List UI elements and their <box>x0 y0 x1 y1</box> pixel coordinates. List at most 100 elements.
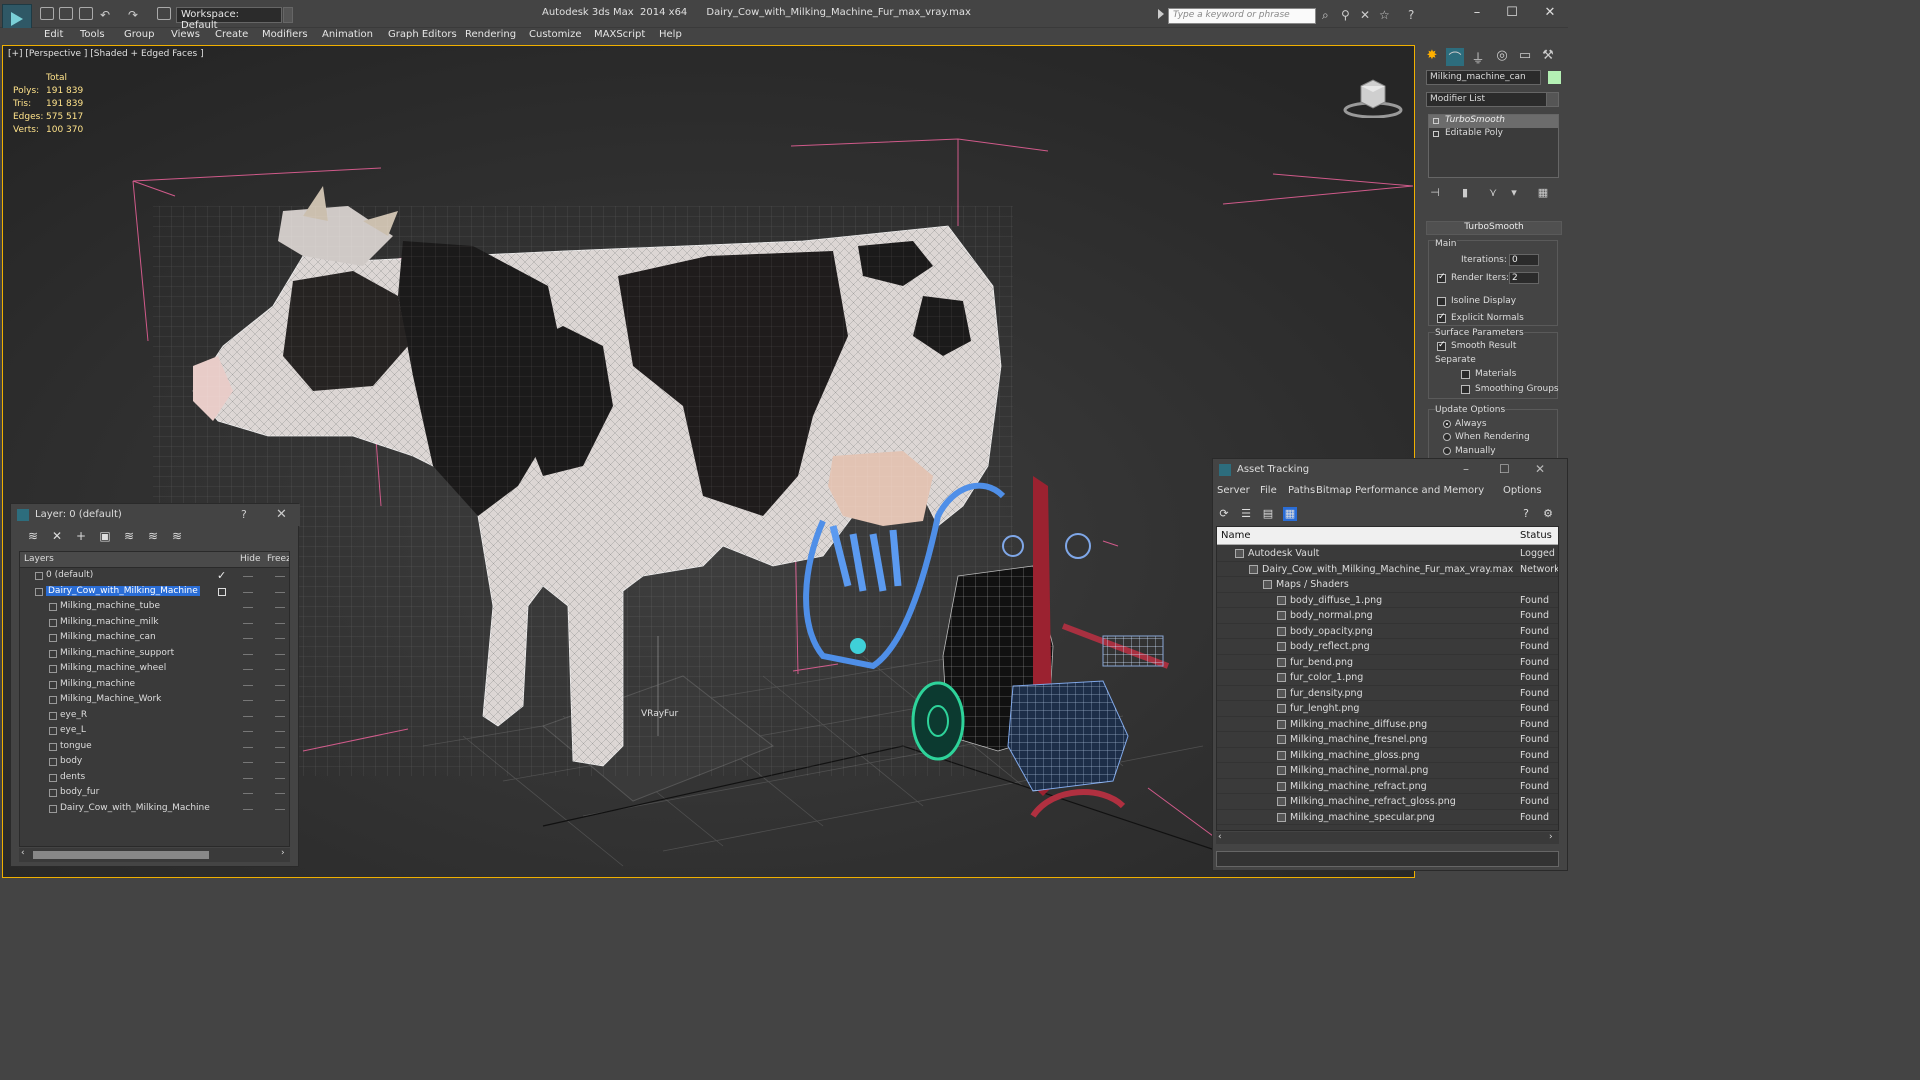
object-color-swatch[interactable] <box>1548 71 1561 84</box>
hide-toggle[interactable] <box>243 607 253 608</box>
maximize-button[interactable]: ☐ <box>1497 4 1527 22</box>
freeze-toggle[interactable] <box>275 731 285 732</box>
col-layers[interactable]: Layers <box>24 554 54 564</box>
hide-toggle[interactable] <box>243 793 253 794</box>
menu-tools[interactable]: Tools <box>80 29 105 40</box>
at-menu-file[interactable]: File <box>1260 485 1277 496</box>
at-menu-bitmap-performance[interactable]: Bitmap Performance and Memory <box>1316 485 1484 496</box>
smooth-result-checkbox[interactable] <box>1437 340 1446 351</box>
redo-icon[interactable]: ↷ <box>128 9 140 21</box>
hide-toggle[interactable] <box>243 622 253 624</box>
at-menu-options[interactable]: Options <box>1503 485 1542 496</box>
help-icon[interactable]: ? <box>1408 9 1420 21</box>
thumbnail-view-icon[interactable]: ▤ <box>1261 507 1275 521</box>
asset-row[interactable]: fur_lenght.png Found <box>1217 701 1558 717</box>
asset-row[interactable]: fur_color_1.png Found <box>1217 670 1558 686</box>
menu-graph-editors[interactable]: Graph Editors <box>388 29 457 40</box>
layer-row[interactable]: Milking_machine_milk <box>20 616 289 631</box>
always-radio[interactable] <box>1443 420 1451 428</box>
layer-row[interactable]: Milking_machine <box>20 678 289 693</box>
delete-layer-icon[interactable]: ✕ <box>49 529 65 545</box>
at-help-icon[interactable]: ? <box>1519 507 1533 521</box>
highlight-selected-icon[interactable]: ≋ <box>121 529 137 545</box>
freeze-toggle[interactable] <box>275 777 285 779</box>
stack-item-editable-poly[interactable]: Editable Poly <box>1429 128 1558 141</box>
modifier-stack[interactable]: TurboSmooth Editable Poly <box>1428 114 1559 178</box>
display-tab-icon[interactable]: ▭ <box>1516 48 1534 66</box>
freeze-toggle[interactable] <box>275 669 285 670</box>
at-minimize-button[interactable]: – <box>1463 462 1469 476</box>
asset-row[interactable]: body_normal.png Found <box>1217 608 1558 624</box>
asset-row[interactable]: Maps / Shaders <box>1217 577 1558 593</box>
freeze-toggle[interactable] <box>275 762 285 763</box>
search-expand-icon[interactable] <box>1158 9 1164 19</box>
layer-list[interactable]: Layers Hide Freez 0 (default) ✓ Dairy_Cow_… <box>19 551 290 847</box>
asset-horizontal-scrollbar[interactable]: ‹ › <box>1216 832 1559 844</box>
layer-row[interactable]: body <box>20 755 289 770</box>
materials-checkbox[interactable] <box>1461 370 1470 379</box>
asset-row[interactable]: fur_bend.png Found <box>1217 655 1558 670</box>
menu-help[interactable]: Help <box>659 29 682 40</box>
menu-customize[interactable]: Customize <box>529 29 582 40</box>
menu-create[interactable]: Create <box>215 29 248 40</box>
freeze-all-layers-icon[interactable]: ≋ <box>169 529 185 545</box>
col-status[interactable]: Status <box>1520 530 1552 541</box>
make-unique-icon[interactable]: ⋎ <box>1486 186 1500 200</box>
workspace-dropdown[interactable]: Workspace: Default <box>176 7 282 31</box>
layer-row[interactable]: Dairy_Cow_with_Milking_Machine <box>20 585 289 600</box>
make-active-box-icon[interactable] <box>218 587 226 596</box>
freeze-toggle[interactable] <box>275 653 285 655</box>
manually-radio[interactable] <box>1443 447 1451 455</box>
remove-modifier-icon[interactable]: ▾ <box>1507 186 1521 200</box>
layer-row[interactable]: eye_L <box>20 724 289 739</box>
hide-toggle[interactable] <box>243 669 253 670</box>
explicit-normals-checkbox[interactable] <box>1437 312 1446 323</box>
asset-row[interactable]: Milking_machine_normal.png Found <box>1217 763 1558 779</box>
at-scroll-right-icon[interactable]: › <box>1549 832 1553 842</box>
freeze-toggle[interactable] <box>275 700 285 701</box>
scroll-left-icon[interactable]: ‹ <box>21 848 25 858</box>
at-maximize-button[interactable]: ☐ <box>1499 462 1510 476</box>
select-objects-icon[interactable]: ▣ <box>97 529 113 545</box>
configure-modifier-sets-icon[interactable]: ▦ <box>1536 186 1550 200</box>
hide-toggle[interactable] <box>243 576 253 577</box>
hide-toggle[interactable] <box>243 700 253 701</box>
at-settings-icon[interactable]: ⚙ <box>1541 507 1555 521</box>
asset-row[interactable]: Autodesk Vault Logged O <box>1217 546 1558 562</box>
utilities-tab-icon[interactable]: ⚒ <box>1539 48 1557 66</box>
freeze-toggle[interactable] <box>275 576 285 577</box>
layer-row[interactable]: body_fur <box>20 786 289 801</box>
active-layer-check-icon[interactable]: ✓ <box>217 569 226 582</box>
col-hide[interactable]: Hide <box>240 554 261 564</box>
layer-settings-icon[interactable]: ≋ <box>25 529 41 545</box>
isoline-display-checkbox[interactable] <box>1437 297 1446 306</box>
freeze-toggle[interactable] <box>275 607 285 608</box>
create-tab-icon[interactable]: ✸ <box>1423 48 1441 66</box>
asset-row[interactable]: Milking_machine_fresnel.png Found <box>1217 732 1558 748</box>
freeze-toggle[interactable] <box>275 808 285 810</box>
scroll-thumb[interactable] <box>33 851 209 859</box>
freeze-toggle[interactable] <box>275 638 285 639</box>
freeze-toggle[interactable] <box>275 715 285 717</box>
menu-maxscript[interactable]: MAXScript <box>594 29 645 40</box>
layer-row[interactable]: Milking_machine_tube <box>20 600 289 615</box>
bulb-icon[interactable] <box>1433 118 1439 124</box>
table-view-icon[interactable]: ▦ <box>1283 507 1297 521</box>
render-iters-checkbox[interactable] <box>1437 272 1446 283</box>
scroll-right-icon[interactable]: › <box>281 848 285 858</box>
show-end-result-icon[interactable]: ▮ <box>1458 186 1472 200</box>
asset-row[interactable]: Milking_machine_specular.png Found <box>1217 810 1558 825</box>
layer-row[interactable]: Milking_Machine_Work <box>20 693 289 708</box>
smoothing-groups-checkbox[interactable] <box>1461 385 1470 394</box>
layer-window-titlebar[interactable]: Layer: 0 (default) ? ✕ <box>11 504 300 526</box>
workspace-dropdown-arrow[interactable] <box>283 7 293 23</box>
asset-row[interactable]: Milking_machine_refract.png Found <box>1217 779 1558 794</box>
freeze-toggle[interactable] <box>275 622 285 624</box>
motion-tab-icon[interactable]: ◎ <box>1493 48 1511 66</box>
save-file-icon[interactable] <box>79 7 93 20</box>
at-scroll-left-icon[interactable]: ‹ <box>1218 832 1222 842</box>
project-folder-icon[interactable] <box>157 7 171 20</box>
asset-row[interactable]: fur_density.png Found <box>1217 686 1558 701</box>
asset-row[interactable]: Milking_machine_gloss.png Found <box>1217 748 1558 763</box>
menu-rendering[interactable]: Rendering <box>465 29 516 40</box>
